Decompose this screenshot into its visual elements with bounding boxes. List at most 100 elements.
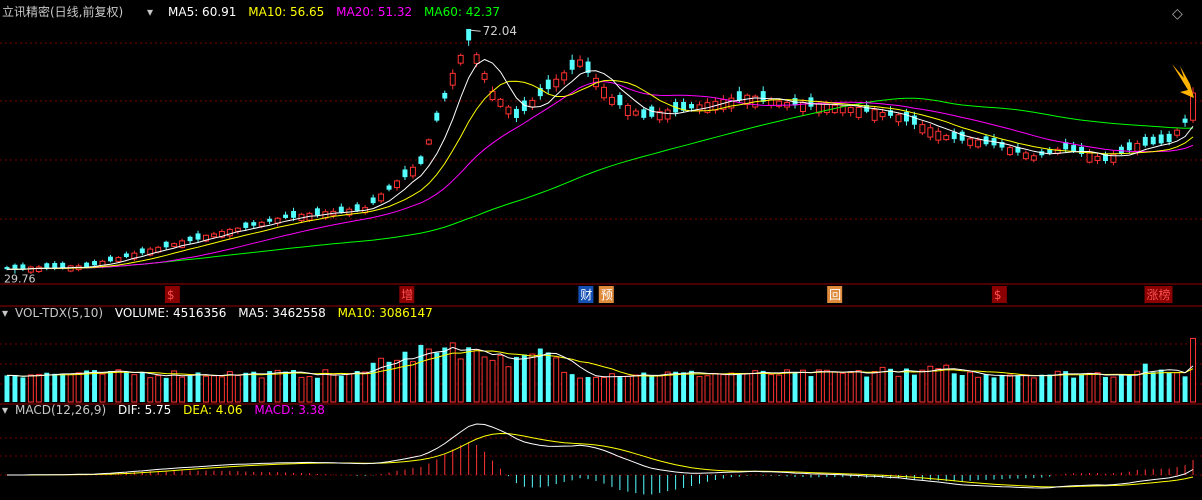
candle-body bbox=[234, 227, 241, 232]
volume-bar bbox=[784, 369, 791, 403]
ma5-value: MA5: 60.91 bbox=[168, 5, 236, 19]
candle-body bbox=[370, 197, 376, 204]
collapse-icon[interactable]: ▾ bbox=[2, 403, 8, 417]
volume-bar bbox=[975, 376, 982, 403]
volume-bar bbox=[577, 377, 584, 403]
volume-legend: VOL-TDX(5,10) VOLUME: 4516356 MA5: 34625… bbox=[15, 306, 433, 320]
event-marker-label: $ bbox=[994, 288, 1002, 302]
macd-dea: DEA: 4.06 bbox=[183, 403, 242, 417]
volume-bar bbox=[107, 371, 113, 402]
volume-bar bbox=[35, 373, 42, 403]
macd-dif: DIF: 5.75 bbox=[118, 403, 171, 417]
candle-body bbox=[12, 264, 18, 270]
candle-body bbox=[187, 236, 193, 242]
candle-body bbox=[927, 127, 934, 138]
volume-bar bbox=[210, 375, 217, 403]
volume-bar bbox=[481, 356, 488, 403]
volume-bar bbox=[1094, 372, 1101, 403]
candle-body bbox=[1134, 143, 1141, 152]
volume-bar bbox=[823, 369, 830, 403]
volume-bar bbox=[513, 356, 519, 402]
candle-body bbox=[171, 243, 178, 247]
volume-bar bbox=[147, 377, 154, 403]
volume-bar bbox=[1071, 377, 1077, 402]
candle-body bbox=[529, 99, 536, 108]
volume-ma5: MA5: 3462558 bbox=[238, 306, 326, 320]
volume-bar bbox=[505, 366, 512, 403]
collapse-icon[interactable]: ▾ bbox=[147, 5, 153, 19]
volume-bar bbox=[203, 375, 209, 403]
volume-bar bbox=[1079, 374, 1085, 402]
volume-bar bbox=[696, 376, 703, 403]
volume-header: ▾ VOL-TDX(5,10) VOLUME: 4516356 MA5: 346… bbox=[2, 306, 433, 320]
candle-body bbox=[258, 221, 265, 227]
volume-bar bbox=[689, 370, 695, 402]
candle-body bbox=[251, 222, 257, 226]
volume-bar bbox=[608, 373, 615, 403]
candle-body bbox=[1166, 133, 1172, 143]
collapse-icon[interactable]: ▾ bbox=[2, 306, 8, 320]
volume-ma10-line bbox=[6, 350, 1194, 377]
candle-body bbox=[35, 266, 42, 273]
diamond-icon[interactable]: ◇ bbox=[1172, 6, 1183, 22]
volume-bar bbox=[155, 375, 162, 403]
event-marker-label: 增 bbox=[401, 288, 413, 302]
macd-header: ▾ MACD(12,26,9) DIF: 5.75 DEA: 4.06 MACD… bbox=[2, 403, 325, 417]
ma60-value: MA60: 42.37 bbox=[424, 5, 500, 19]
volume-bar bbox=[466, 347, 472, 402]
candle-body bbox=[943, 135, 950, 141]
ma5-line bbox=[6, 58, 1194, 270]
candle-body bbox=[27, 266, 34, 273]
event-marker-label: 涨榜 bbox=[1147, 287, 1171, 302]
volume-ma5-line bbox=[6, 346, 1194, 378]
volume-bar bbox=[1134, 370, 1141, 403]
candle-body bbox=[163, 241, 169, 248]
candle-body bbox=[808, 97, 814, 107]
volume-bar bbox=[274, 369, 281, 403]
volume-bar bbox=[720, 374, 727, 403]
volume-bar bbox=[4, 375, 10, 402]
candle-body bbox=[855, 106, 862, 118]
candle-body bbox=[1182, 118, 1188, 123]
volume-bar bbox=[378, 357, 385, 403]
volume-bar bbox=[888, 368, 894, 402]
volume-bar bbox=[354, 371, 360, 402]
volume-bar bbox=[911, 374, 917, 402]
volume-bar bbox=[1039, 374, 1045, 402]
candle-body bbox=[736, 91, 742, 101]
candle-body bbox=[903, 111, 909, 122]
volume-bar bbox=[84, 370, 90, 402]
volume-bar bbox=[179, 376, 186, 403]
candle-body bbox=[1079, 146, 1085, 155]
volume-bar bbox=[92, 370, 98, 402]
volume-bar bbox=[131, 374, 138, 403]
price-plot bbox=[4, 28, 1196, 275]
volume-bar bbox=[855, 370, 862, 403]
volume-bar bbox=[218, 376, 225, 403]
volume-bar bbox=[601, 377, 607, 403]
stock-chart[interactable]: 立讯精密(日线,前复权) ▾ MA5: 60.91 MA10: 56.65 MA… bbox=[0, 0, 1202, 500]
candle-body bbox=[617, 94, 623, 106]
volume-bar bbox=[425, 348, 432, 403]
event-markers[interactable]: $ 增 财预 回 $ 涨榜 bbox=[164, 286, 1173, 303]
candle-body bbox=[919, 124, 926, 134]
candle-body bbox=[20, 264, 26, 270]
volume-bar bbox=[959, 375, 965, 402]
volume-bar bbox=[776, 374, 783, 403]
volume-bar bbox=[768, 374, 775, 403]
candle-body bbox=[409, 166, 416, 177]
volume-bar bbox=[1047, 374, 1053, 402]
volume-bar bbox=[163, 377, 169, 402]
candle-body bbox=[632, 110, 639, 116]
volume-bar bbox=[617, 377, 623, 402]
volume-bar bbox=[967, 371, 974, 403]
candle-body bbox=[1126, 142, 1132, 151]
volume-bar bbox=[1182, 376, 1188, 402]
volume-bar bbox=[1150, 372, 1156, 402]
candle-body bbox=[394, 180, 400, 189]
volume-bar bbox=[473, 349, 480, 403]
candle-body bbox=[457, 54, 464, 64]
candle-body bbox=[442, 92, 448, 99]
candle-body bbox=[497, 98, 504, 107]
volume-bar bbox=[545, 352, 551, 402]
